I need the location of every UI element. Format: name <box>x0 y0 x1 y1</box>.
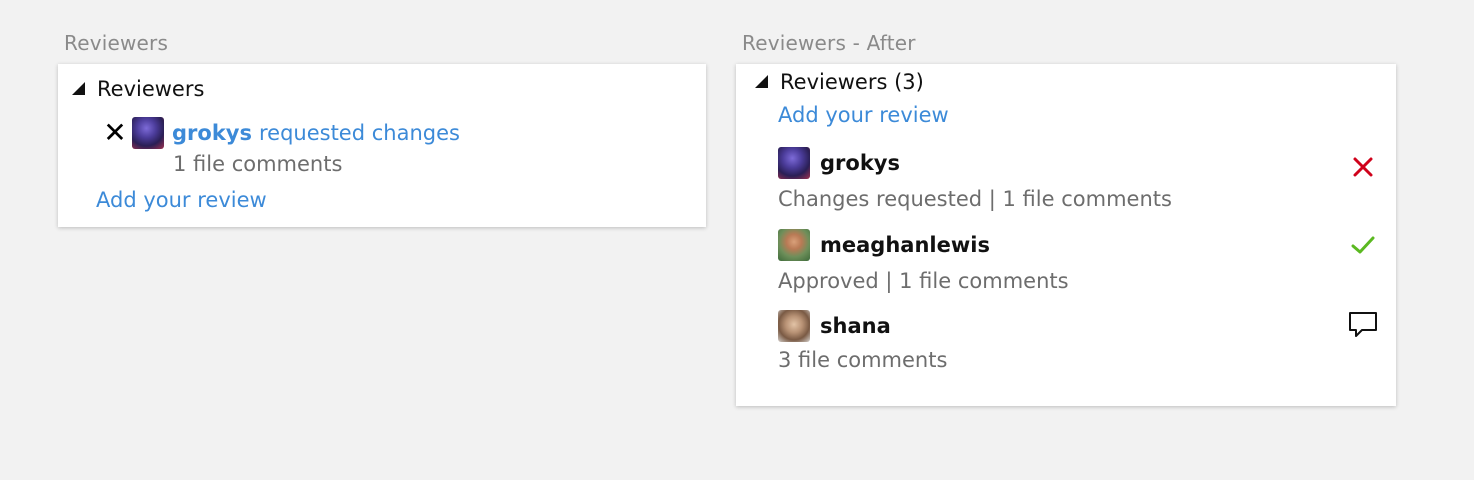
reviewers-section-toggle[interactable]: Reviewers <box>72 77 204 101</box>
reviewer-name: grokys <box>820 151 900 175</box>
x-icon <box>1348 152 1378 182</box>
avatar <box>778 310 810 342</box>
check-icon <box>1348 230 1378 260</box>
after-caption: Reviewers - After <box>742 31 916 55</box>
section-title: Reviewers <box>97 77 205 101</box>
reviewer-summary: Changes requested | 1 file comments <box>778 187 1172 211</box>
reviewer-name: meaghanlewis <box>820 233 990 257</box>
section-title: Reviewers (3) <box>780 70 924 94</box>
reviewer-row-meaghanlewis[interactable]: meaghanlewis <box>778 229 1378 261</box>
reviewer-row-grokys[interactable]: grokys <box>778 147 1378 179</box>
review-action-link[interactable]: requested changes <box>259 121 460 145</box>
collapse-triangle-icon[interactable] <box>72 81 85 95</box>
review-comments-count: 1 file comments <box>173 152 343 176</box>
reviewer-name-link[interactable]: grokys <box>172 121 252 145</box>
x-icon: ✕ <box>103 116 127 149</box>
reviewers-panel-after: Reviewers (3) Add your review grokys Cha… <box>736 64 1396 406</box>
reviewer-summary: Approved | 1 file comments <box>778 269 1069 293</box>
avatar <box>778 229 810 261</box>
collapse-triangle-icon[interactable] <box>755 74 768 88</box>
add-review-link[interactable]: Add your review <box>96 188 267 212</box>
before-caption: Reviewers <box>64 31 169 55</box>
reviewer-row-shana[interactable]: shana <box>778 310 1378 342</box>
comment-icon <box>1348 310 1378 340</box>
reviewers-section-toggle[interactable]: Reviewers (3) <box>755 70 924 94</box>
reviewers-panel-before: Reviewers ✕ grokys requested changes 1 f… <box>58 64 706 227</box>
avatar <box>778 147 810 179</box>
avatar[interactable] <box>132 117 164 149</box>
reviewer-row-grokys: ✕ grokys requested changes <box>102 117 460 149</box>
add-review-link[interactable]: Add your review <box>778 103 949 127</box>
reviewer-name: shana <box>820 314 891 338</box>
reviewer-summary: 3 file comments <box>778 348 948 372</box>
